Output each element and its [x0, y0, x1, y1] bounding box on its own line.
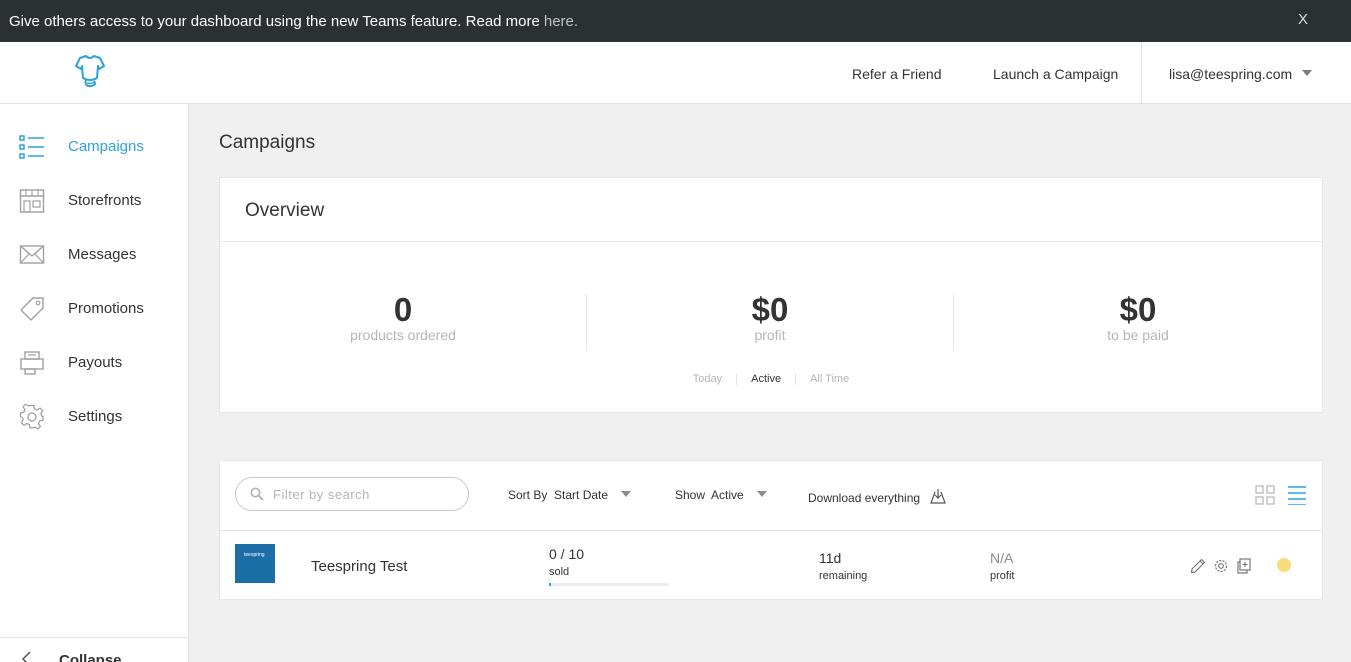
collapse-label: Collapse: [59, 652, 122, 662]
thumbnail-text: teespring: [244, 552, 265, 558]
sort-dropdown[interactable]: Sort By Start Date: [508, 488, 632, 502]
chevron-down-icon: [621, 491, 632, 497]
sidebar: Campaigns Storefronts Messages Promotion…: [0, 104, 189, 662]
sales-progress-bar: [549, 583, 669, 586]
sidebar-item-messages[interactable]: Messages: [0, 234, 188, 274]
period-all-time[interactable]: All Time: [795, 373, 863, 385]
sidebar-item-payouts[interactable]: Payouts: [0, 342, 188, 382]
stat-profit: $0 profit: [620, 290, 920, 343]
stat-label: profit: [754, 327, 786, 343]
show-label: Show: [675, 488, 706, 502]
sort-label: Sort By: [508, 488, 548, 502]
search-box[interactable]: [235, 477, 469, 511]
sidebar-item-campaigns[interactable]: Campaigns: [0, 126, 188, 166]
stat-label: products ordered: [350, 327, 456, 343]
download-everything-button[interactable]: Download everything: [808, 488, 947, 506]
sidebar-item-settings[interactable]: Settings: [0, 396, 188, 436]
envelope-icon: [19, 245, 45, 264]
sidebar-item-label: Settings: [68, 408, 123, 425]
divider: [220, 241, 1322, 242]
collapse-button[interactable]: Collapse: [0, 637, 188, 662]
launch-campaign-link[interactable]: Launch a Campaign: [993, 66, 1118, 82]
remaining-value: 11d: [819, 550, 842, 566]
overview-card: Overview 0 products ordered $0 profit $0…: [219, 177, 1323, 413]
gear-icon[interactable]: [1213, 558, 1229, 574]
pencil-icon[interactable]: [1190, 558, 1206, 574]
divider: [953, 294, 954, 351]
sidebar-item-label: Campaigns: [68, 138, 144, 155]
banner-text: Give others access to your dashboard usi…: [9, 12, 540, 30]
banner-close-button[interactable]: X: [1298, 11, 1308, 28]
stat-to-be-paid: $0 to be paid: [988, 290, 1288, 343]
sold-label: sold: [549, 566, 570, 578]
profit-label: profit: [990, 570, 1015, 582]
list-toolbar: Sort By Start Date Show Active Download …: [220, 461, 1322, 531]
teespring-logo-icon[interactable]: [74, 55, 106, 91]
period-today[interactable]: Today: [679, 373, 736, 385]
sidebar-item-label: Storefronts: [68, 192, 142, 209]
grid-view-icon[interactable]: [1255, 485, 1275, 505]
status-indicator: [1277, 558, 1291, 572]
stat-value: $0: [751, 291, 789, 328]
header-divider: [1141, 42, 1142, 103]
overview-title: Overview: [245, 200, 325, 221]
tag-icon: [20, 297, 44, 321]
sidebar-item-label: Promotions: [68, 300, 144, 317]
sidebar-item-promotions[interactable]: Promotions: [0, 288, 188, 328]
storefront-icon: [19, 189, 45, 213]
sidebar-item-storefronts[interactable]: Storefronts: [0, 180, 188, 220]
show-dropdown[interactable]: Show Active: [675, 488, 768, 502]
duplicate-icon[interactable]: [1236, 558, 1252, 574]
chevron-down-icon[interactable]: [1302, 70, 1312, 76]
download-icon: [930, 489, 947, 504]
banner-read-more-link[interactable]: here.: [544, 13, 578, 30]
sort-value: Start Date: [554, 488, 609, 502]
list-view-icon[interactable]: [1287, 485, 1307, 505]
stat-products-ordered: 0 products ordered: [253, 290, 553, 343]
user-menu[interactable]: lisa@teespring.com: [1169, 66, 1292, 82]
sales-progress-fill: [549, 583, 551, 586]
profit-value: N/A: [990, 550, 1014, 566]
divider: [586, 294, 587, 351]
top-header: Refer a Friend Launch a Campaign lisa@te…: [0, 42, 1351, 104]
sidebar-item-label: Messages: [68, 246, 137, 263]
period-selector: Today Active All Time: [220, 373, 1322, 385]
gear-icon: [19, 404, 44, 430]
sidebar-item-label: Payouts: [68, 354, 123, 371]
stat-label: to be paid: [1107, 327, 1169, 343]
page-title: Campaigns: [219, 132, 316, 153]
campaign-thumbnail[interactable]: teespring: [235, 544, 275, 583]
payout-icon: [20, 351, 44, 375]
chevron-left-icon: [21, 651, 31, 662]
remaining-label: remaining: [819, 570, 868, 582]
refer-friend-link[interactable]: Refer a Friend: [852, 66, 941, 82]
list-icon: [19, 135, 44, 159]
download-label: Download everything: [808, 491, 921, 505]
search-input[interactable]: [273, 485, 458, 503]
chevron-down-icon: [757, 491, 768, 497]
campaign-list-card: Sort By Start Date Show Active Download …: [219, 460, 1323, 600]
period-active[interactable]: Active: [736, 373, 795, 385]
show-value: Active: [711, 488, 744, 502]
sold-value: 0 / 10: [549, 546, 585, 562]
announcement-banner: Give others access to your dashboard usi…: [0, 0, 1351, 42]
campaign-row[interactable]: teespring Teespring Test 0 / 10 sold 11d…: [220, 532, 1322, 600]
stat-value: $0: [1119, 291, 1157, 328]
search-icon: [250, 487, 264, 501]
campaign-name[interactable]: Teespring Test: [311, 558, 407, 575]
stat-value: 0: [393, 291, 413, 328]
